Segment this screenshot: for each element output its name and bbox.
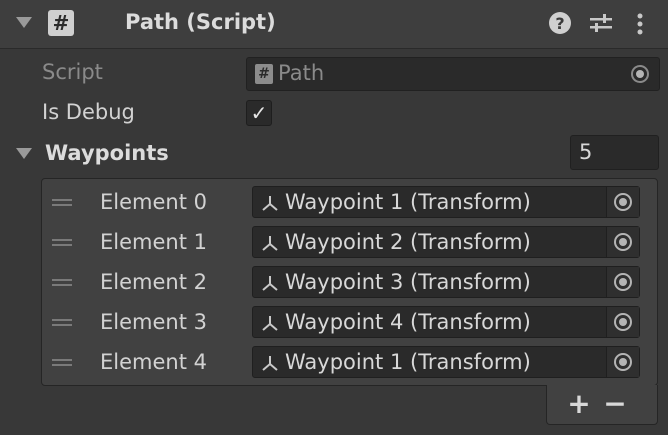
object-picker-button[interactable] xyxy=(606,227,639,257)
remove-element-button[interactable]: − xyxy=(600,387,630,421)
drag-handle-icon[interactable] xyxy=(52,359,72,366)
list-footer: + − xyxy=(546,385,658,425)
transform-icon xyxy=(262,356,278,371)
element-value: Waypoint 2 (Transform) xyxy=(285,230,531,254)
element-object-field[interactable]: Waypoint 1 (Transform) xyxy=(252,346,640,378)
drag-handle-icon[interactable] xyxy=(52,199,72,206)
element-object-field[interactable]: Waypoint 4 (Transform) xyxy=(252,306,640,338)
object-picker-icon xyxy=(614,193,632,211)
element-value: Waypoint 4 (Transform) xyxy=(285,310,531,334)
element-label: Element 3 xyxy=(100,310,207,334)
object-picker-button[interactable] xyxy=(606,347,639,377)
is-debug-label: Is Debug xyxy=(42,100,135,124)
element-label: Element 1 xyxy=(100,230,207,254)
preset-icon[interactable] xyxy=(589,12,613,34)
object-picker-icon xyxy=(614,353,632,371)
transform-icon xyxy=(262,316,278,331)
element-value: Waypoint 1 (Transform) xyxy=(285,190,531,214)
element-label: Element 2 xyxy=(100,270,207,294)
foldout-arrow-icon[interactable] xyxy=(16,17,32,28)
element-label: Element 0 xyxy=(100,190,207,214)
element-value: Waypoint 1 (Transform) xyxy=(285,350,531,374)
element-object-field[interactable]: Waypoint 3 (Transform) xyxy=(252,266,640,298)
object-picker-icon xyxy=(614,313,632,331)
add-element-button[interactable]: + xyxy=(564,387,594,421)
element-label: Element 4 xyxy=(100,350,207,374)
help-icon[interactable]: ? xyxy=(549,12,571,34)
menu-kebab-icon[interactable] xyxy=(630,12,650,36)
element-object-field[interactable]: Waypoint 2 (Transform) xyxy=(252,226,640,258)
transform-icon xyxy=(262,276,278,291)
object-picker-icon xyxy=(614,273,632,291)
script-field: # Path xyxy=(246,57,660,91)
waypoints-label[interactable]: Waypoints xyxy=(45,141,169,165)
waypoints-foldout-icon[interactable] xyxy=(16,148,32,159)
transform-icon xyxy=(262,236,278,251)
script-file-icon: # xyxy=(255,64,273,84)
drag-handle-icon[interactable] xyxy=(52,279,72,286)
component-header[interactable]: # Path (Script) ? xyxy=(0,0,668,49)
drag-handle-icon[interactable] xyxy=(52,319,72,326)
object-picker-button[interactable] xyxy=(606,307,639,337)
is-debug-checkbox[interactable]: ✓ xyxy=(246,100,272,126)
object-picker-icon xyxy=(614,233,632,251)
drag-handle-icon[interactable] xyxy=(52,239,72,246)
component-enabled-icon[interactable]: # xyxy=(48,10,74,36)
script-value: Path xyxy=(278,61,325,85)
object-picker-button[interactable] xyxy=(606,267,639,297)
element-object-field[interactable]: Waypoint 1 (Transform) xyxy=(252,186,640,218)
object-picker-icon xyxy=(631,65,649,83)
component-title: Path (Script) xyxy=(125,10,276,34)
transform-icon xyxy=(262,196,278,211)
waypoints-size-field[interactable]: 5 xyxy=(570,135,659,170)
script-label: Script xyxy=(42,60,103,84)
object-picker-button[interactable] xyxy=(606,187,639,217)
element-value: Waypoint 3 (Transform) xyxy=(285,270,531,294)
